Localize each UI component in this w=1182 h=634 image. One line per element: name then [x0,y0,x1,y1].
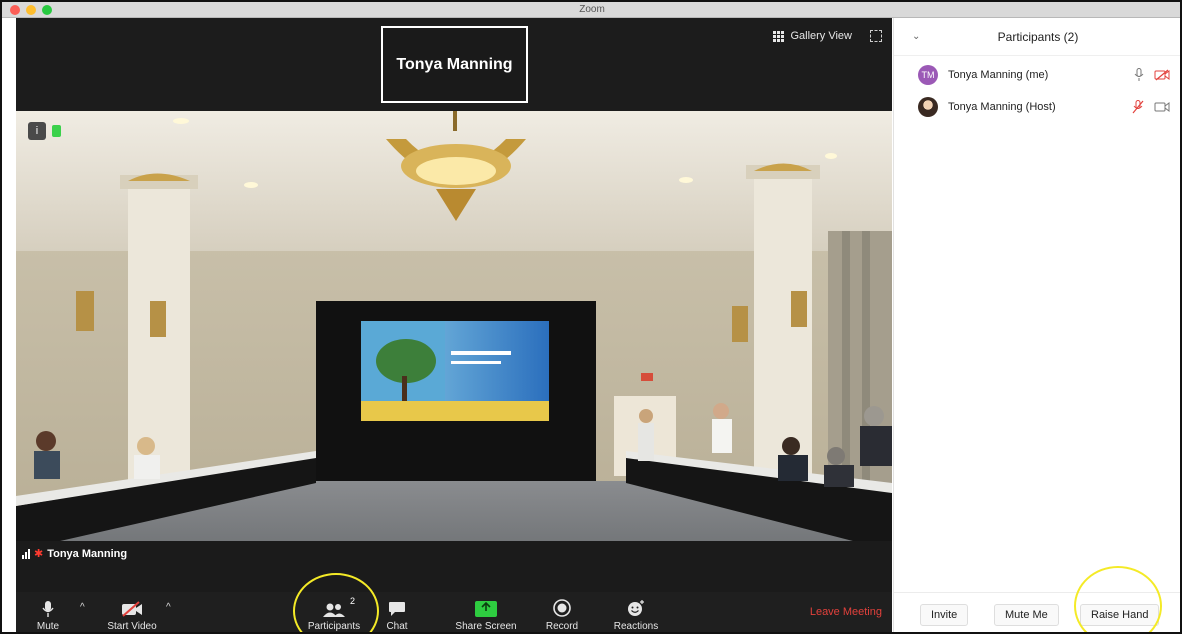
participant-row[interactable]: TM Tonya Manning (me) [918,64,1170,86]
participant-thumbnail[interactable]: Tonya Manning [381,26,528,103]
video-camera-icon[interactable] [1154,101,1170,113]
shared-video-feed [16,111,892,561]
invite-button[interactable]: Invite [920,604,969,626]
share-screen-label: Share Screen [455,621,517,632]
participants-icon [323,603,345,617]
thumbnail-name: Tonya Manning [396,55,513,73]
raise-hand-button[interactable]: Raise Hand [1080,604,1160,626]
chat-label: Chat [386,621,408,632]
reactions-label: Reactions [613,621,659,632]
smiley-icon [628,600,644,616]
participants-button[interactable]: Participants [302,592,366,632]
participants-panel: ⌄ Participants (2) TM Tonya Manning (me) [893,18,1180,632]
signal-strength-icon [22,548,30,559]
microphone-icon[interactable] [1134,68,1144,82]
audio-options-chevron-icon[interactable]: ^ [80,602,85,613]
leave-meeting-button[interactable]: Leave Meeting [810,606,882,618]
reactions-button[interactable]: Reactions [608,592,664,632]
chat-button[interactable]: Chat [382,592,412,632]
participants-count-badge: 2 [350,596,356,606]
meeting-toolbar: Mute ^ Start Video ^ Participants 2 Chat… [16,592,892,632]
participant-row[interactable]: Tonya Manning (Host) [918,96,1170,118]
avatar: TM [918,65,938,85]
video-area: Tonya Manning Gallery View i ✱ Tonya Man… [16,18,892,592]
mute-me-button[interactable]: Mute Me [994,604,1059,626]
microphone-muted-icon[interactable] [1132,100,1144,114]
share-screen-button[interactable]: Share Screen [448,592,524,632]
record-button[interactable]: Record [540,592,584,632]
video-off-icon [122,601,142,617]
chat-icon [389,602,405,616]
participants-panel-footer: Invite Mute Me Raise Hand [894,592,1180,632]
participants-label: Participants [307,621,361,632]
active-speaker-name: Tonya Manning [47,547,128,560]
window-title: Zoom [579,4,605,15]
video-options-chevron-icon[interactable]: ^ [166,602,171,613]
mute-label: Mute [36,621,60,632]
participant-name: Tonya Manning (me) [948,69,1049,81]
muted-mic-icon: ✱ [34,548,44,560]
participant-name: Tonya Manning (Host) [948,101,1056,113]
start-video-label: Start Video [107,621,157,632]
mute-button[interactable]: Mute [30,592,66,632]
share-screen-icon [475,601,497,617]
record-label: Record [545,621,579,632]
start-video-button[interactable]: Start Video [102,592,162,632]
info-icon: i [35,125,39,137]
meeting-info-button[interactable]: i [28,122,46,140]
active-speaker-label: ✱ Tonya Manning [22,547,127,560]
thumbnail-strip: Tonya Manning Gallery View [16,18,892,111]
zoom-window: Zoom Tonya Manning Gallery View i ✱ Tony… [0,0,1182,634]
gallery-view-label: Gallery View [790,30,852,42]
title-bar: Zoom [2,2,1180,18]
record-icon [553,599,571,617]
grid-icon [773,30,785,42]
microphone-icon [42,601,54,617]
participants-panel-header: ⌄ Participants (2) [894,18,1180,56]
video-off-icon[interactable] [1154,69,1170,81]
avatar [918,97,938,117]
fullscreen-icon[interactable] [870,30,882,42]
gallery-view-button[interactable]: Gallery View [773,30,852,42]
encryption-shield-icon[interactable] [52,125,61,137]
participants-panel-title: Participants (2) [997,30,1079,44]
